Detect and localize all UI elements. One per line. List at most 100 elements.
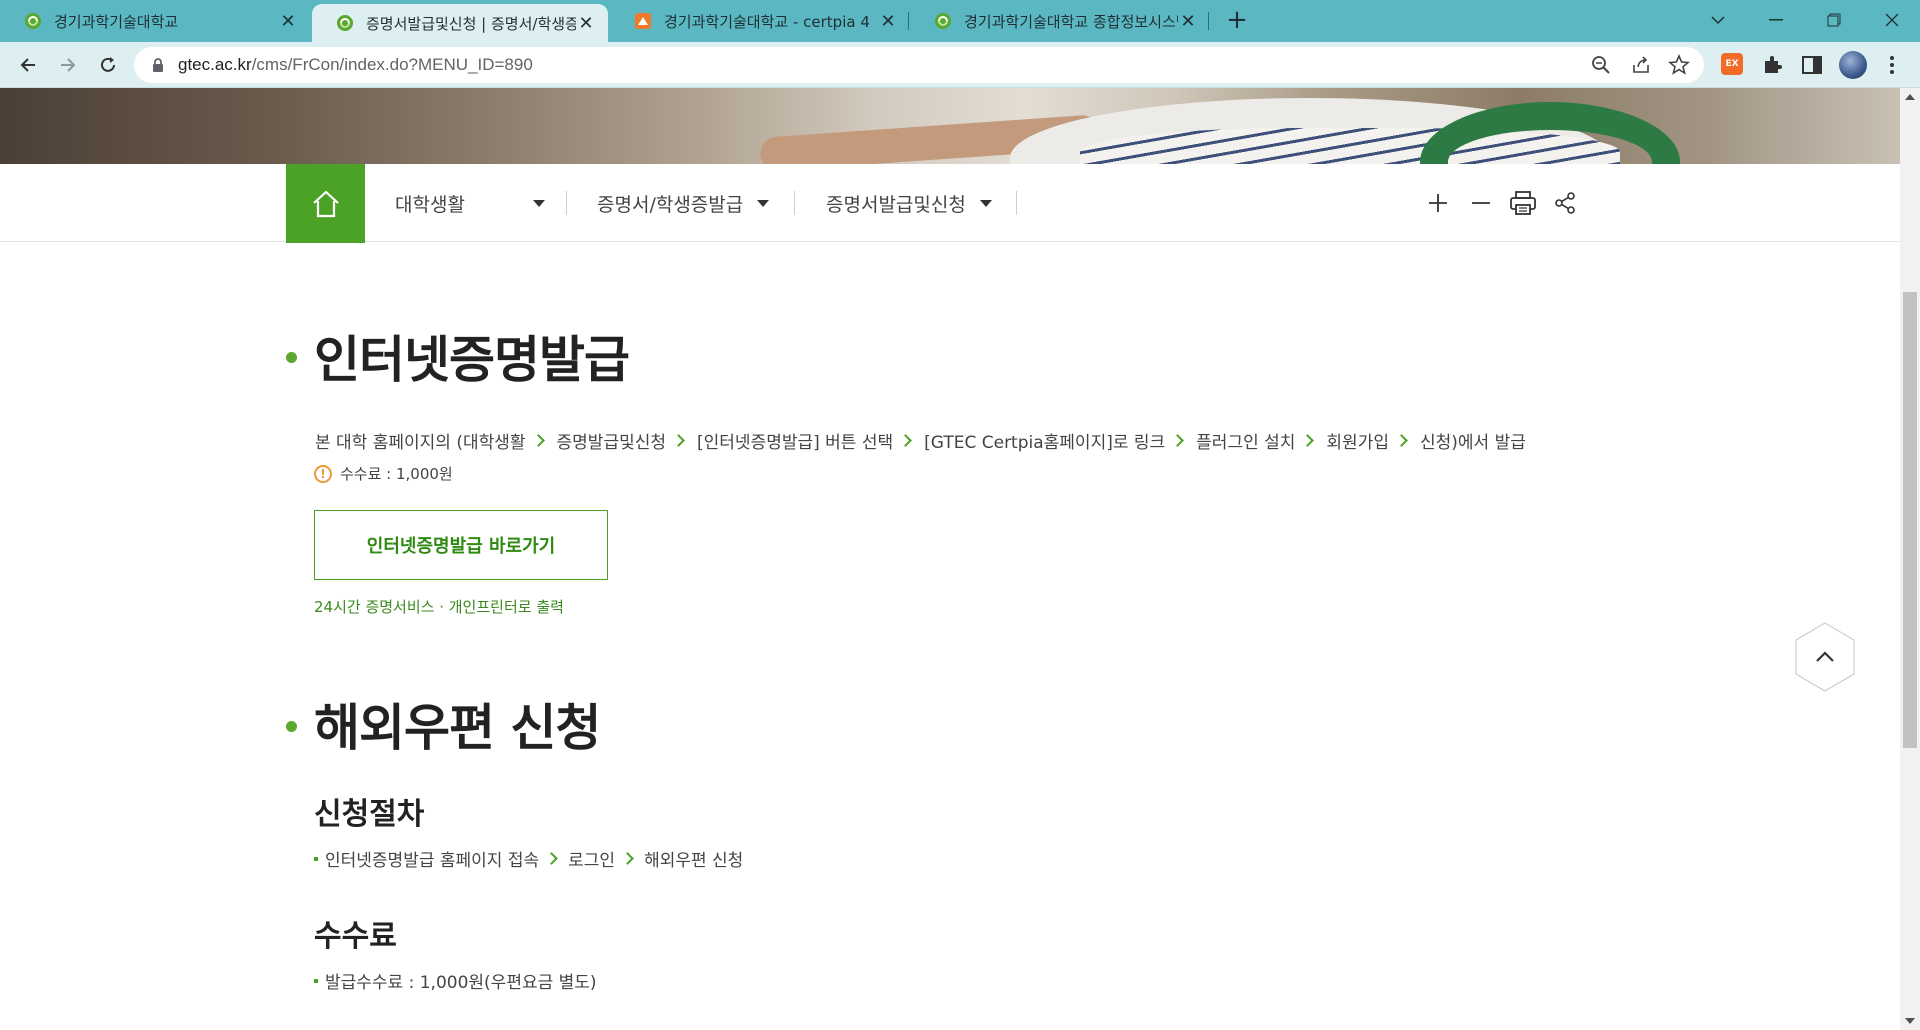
chevron-right-icon [1395,434,1408,447]
chevron-right-icon [531,434,545,447]
extension-ex-icon[interactable]: EX [1721,53,1745,77]
fee-heading: 수수료 [314,919,397,954]
browser-menu-icon[interactable] [1880,53,1904,77]
minimize-window-icon[interactable] [1748,0,1804,40]
step-text: 플러그인 설치 [1196,433,1296,453]
location-navigation: 대학생활 증명서/학생증발급 증명서발급및신청 [0,164,1900,243]
dropdown-caret-icon [757,199,770,207]
profile-avatar[interactable] [1839,51,1867,79]
section-title-overseas-mail: 해외우편 신청 [314,699,601,757]
chevron-right-icon [545,852,559,865]
new-tab-button[interactable]: + [1222,6,1252,36]
zoom-icon[interactable] [1590,54,1612,76]
tab-title: 증명서발급및신청 | 증명서/학생증발급 [366,14,576,33]
dropdown-caret-icon [533,199,545,207]
tab-separator [1208,12,1209,30]
step-text: 증명발급및신청 [556,433,667,453]
close-tab-icon[interactable]: ✕ [1178,11,1198,32]
browser-tab[interactable]: 경기과학기술대학교 종합정보시스템 ✕ [910,0,1210,42]
fee-line: 발급수수료 : 1,000원(우편요금 별도) [314,968,597,993]
service-note: 24시간 증명서비스 · 개인프린터로 출력 [314,598,564,616]
step-text: [인터넷증명발급] 버튼 선택 [697,433,894,453]
reload-icon[interactable] [92,49,124,81]
nav-menu-label: 증명서/학생증발급 [597,193,744,216]
bookmark-star-icon[interactable] [1668,54,1690,76]
nav-menu-label: 대학생활 [395,193,465,216]
site-favicon-icon [337,15,353,31]
step-text: 본 대학 홈페이지의 (대학생활 [315,433,526,453]
scroll-to-top-button[interactable] [1795,622,1855,692]
site-favicon-icon [25,13,41,29]
warning-icon: ! [314,464,332,483]
zoom-in-plus-icon[interactable] [1423,188,1453,218]
address-bar[interactable]: gtec.ac.kr/cms/FrCon/index.do?MENU_ID=89… [134,47,1704,83]
zoom-out-minus-icon[interactable] [1466,188,1496,218]
nav-separator [566,191,567,215]
close-tab-icon[interactable]: ✕ [878,11,898,32]
lock-icon[interactable] [150,57,166,73]
procedure-heading: 신청절차 [314,797,425,832]
close-tab-icon[interactable]: ✕ [576,13,596,34]
home-icon [312,190,339,217]
close-tab-icon[interactable]: ✕ [278,11,298,32]
browser-tab[interactable]: 경기과학기술대학교 ✕ [0,0,310,42]
issue-steps: 본 대학 홈페이지의 (대학생활 증명발급및신청 [인터넷증명발급] 버튼 선택… [315,428,1526,453]
chevron-right-icon [1171,434,1185,447]
chevron-right-icon [1301,434,1315,447]
site-favicon-icon [935,13,951,29]
list-bullet [314,856,318,861]
fee-note: ! 수수료 : 1,000원 [314,463,453,484]
browser-tab-active[interactable]: 증명서발급및신청 | 증명서/학생증발급 ✕ [312,4,608,42]
nav-separator [794,191,795,215]
list-bullet [314,978,318,983]
dropdown-caret-icon [979,199,992,207]
step-text: 신청)에서 발급 [1419,433,1526,453]
nav-menu-certificate[interactable]: 증명서/학생증발급 [597,164,770,242]
nav-menu-campus-life[interactable]: 대학생활 [395,164,545,242]
home-button[interactable] [286,164,365,243]
close-window-icon[interactable] [1864,0,1920,40]
step-text: 해외우편 신청 [644,851,744,871]
scroll-down-arrow-icon[interactable] [1905,1018,1915,1024]
heading-bullet [286,721,297,732]
browser-tab[interactable]: 경기과학기술대학교 - certpia 4 ✕ [610,0,910,42]
procedure-steps: 인터넷증명발급 홈페이지 접속 로그인 해외우편 신청 [314,846,743,871]
tab-title: 경기과학기술대학교 [54,12,179,31]
share-icon[interactable] [1630,54,1652,76]
nav-menu-certificate-issue[interactable]: 증명서발급및신청 [826,164,992,242]
fee-text: 발급수수료 : 1,000원(우편요금 별도) [325,973,597,993]
chevron-right-icon [672,434,685,447]
step-text: [GTEC Certpia홈페이지]로 링크 [924,433,1166,453]
tab-search-icon[interactable] [1690,0,1746,40]
url-host: gtec.ac.kr [178,55,252,74]
step-text: 인터넷증명발급 홈페이지 접속 [325,851,540,871]
side-panel-icon[interactable] [1800,53,1824,77]
scroll-up-arrow-icon[interactable] [1905,94,1915,100]
step-text: 로그인 [568,851,616,871]
internet-certificate-link-button[interactable]: 인터넷증명발급 바로가기 [314,510,608,580]
page-scrollbar[interactable] [1900,88,1920,1030]
chevron-right-icon [899,434,913,447]
tab-title: 경기과학기술대학교 - certpia 4 [664,12,870,31]
chevron-right-icon [621,852,634,865]
heading-bullet [286,352,297,363]
scrollbar-thumb[interactable] [1903,292,1917,748]
extension-badge-text: EX [1721,53,1743,75]
browser-tab-bar: 경기과학기술대학교 ✕ 증명서발급및신청 | 증명서/학생증발급 ✕ 경기과학기… [0,0,1920,42]
nav-separator [1016,191,1017,215]
browser-toolbar: gtec.ac.kr/cms/FrCon/index.do?MENU_ID=89… [0,42,1920,88]
hero-banner-image [0,88,1900,164]
certpia-favicon-icon [635,13,651,29]
url-text[interactable]: gtec.ac.kr/cms/FrCon/index.do?MENU_ID=89… [178,55,533,75]
restore-window-icon[interactable] [1806,0,1862,40]
step-text: 회원가입 [1326,433,1389,453]
tab-title: 경기과학기술대학교 종합정보시스템 [964,12,1178,31]
url-path: /cms/FrCon/index.do?MENU_ID=890 [251,55,533,74]
forward-arrow-icon[interactable] [52,49,84,81]
share-icon[interactable] [1550,188,1580,218]
fee-note-text: 수수료 : 1,000원 [340,465,453,483]
extensions-puzzle-icon[interactable] [1761,53,1785,77]
section-title-internet-certificate: 인터넷증명발급 [314,331,630,389]
back-arrow-icon[interactable] [12,49,44,81]
print-icon[interactable] [1508,188,1538,218]
